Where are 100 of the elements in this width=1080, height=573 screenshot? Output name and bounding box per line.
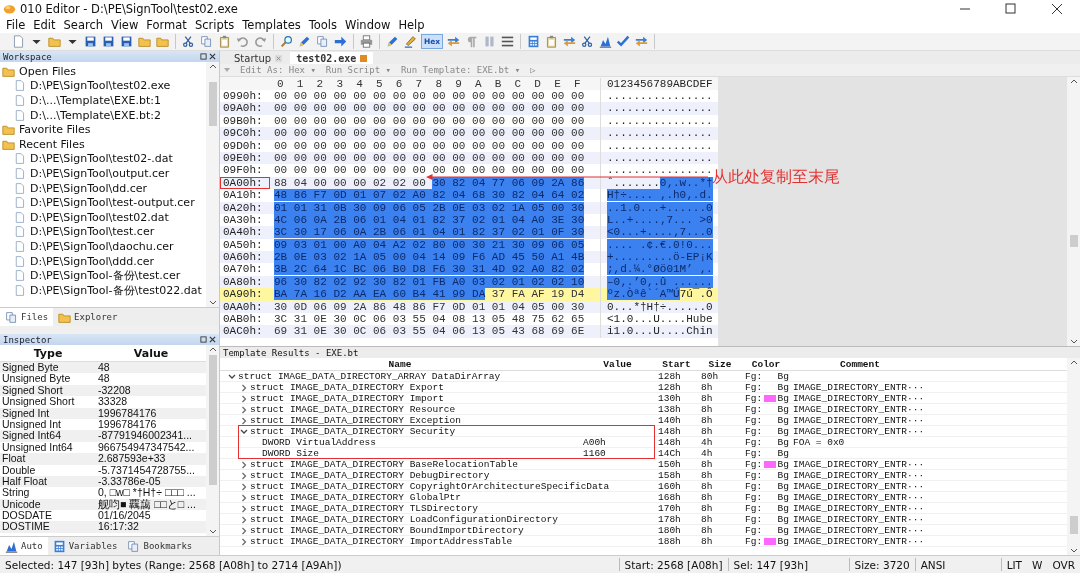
column-header[interactable]: Color	[742, 358, 790, 370]
scissors-icon[interactable]	[182, 35, 195, 48]
column-header[interactable]: Size	[698, 358, 742, 370]
arrows-icon[interactable]	[447, 35, 461, 48]
file-path[interactable]: D:\PE\SignTool\test02.exe	[30, 79, 171, 93]
file-icon[interactable]	[13, 79, 26, 93]
clipboard-icon[interactable]	[218, 35, 231, 48]
field-name[interactable]: struct IMAGE_DATA_DIRECTORY Resource	[250, 404, 456, 415]
ascii-text[interactable]: ;,d.¼.°Øö01M’ ‚.	[607, 263, 713, 276]
calculator-icon[interactable]	[527, 35, 541, 48]
pen-icon[interactable]	[386, 35, 399, 48]
chevron-right-icon[interactable]	[240, 471, 248, 480]
chevron-right-icon[interactable]	[240, 460, 248, 469]
menu-item[interactable]: Help	[394, 18, 429, 32]
scroll-down-icon[interactable]	[1069, 547, 1078, 555]
field-name[interactable]: struct IMAGE_DATA_DIRECTORY_ARRAY DataDirArray	[238, 371, 501, 382]
scroll-down-icon[interactable]	[208, 528, 217, 536]
pages-icon[interactable]	[316, 35, 329, 48]
field-name[interactable]: struct IMAGE_DATA_DIRECTORY Security	[250, 426, 456, 437]
file-icon[interactable]	[13, 269, 26, 283]
file-path[interactable]: D:\PE\SignTool\test02-.dat	[30, 152, 173, 166]
hex-bytes[interactable]: 00 00 00 00 00 00 00 00 00 00 00 00 00 00 00 00	[274, 90, 585, 102]
scroll-up-icon[interactable]	[208, 62, 217, 70]
chart-icon[interactable]	[599, 35, 613, 48]
ascii-text[interactable]: ................	[607, 127, 713, 140]
file-icon[interactable]	[13, 210, 26, 224]
menu-item[interactable]: Edit	[29, 18, 60, 32]
panel-tab[interactable]: Explorer	[53, 308, 123, 326]
ascii-text[interactable]: ................	[607, 114, 713, 127]
hex-bytes[interactable]: 48 86 F7 0D 01 07 02 A0 82 04 68 30 82 04 64 02	[274, 189, 585, 202]
file-icon[interactable]	[13, 166, 26, 180]
scrollbar-thumb[interactable]	[208, 82, 217, 126]
menu-item[interactable]: Scripts	[190, 18, 239, 32]
tree-group[interactable]: Open Files	[19, 64, 76, 78]
column-header[interactable]: Comment	[790, 358, 930, 370]
file-icon[interactable]	[13, 283, 26, 297]
ascii-text[interactable]: <0...+....‚7...0	[607, 226, 713, 239]
panel-tab[interactable]: Bookmarks	[122, 537, 198, 555]
menu-item[interactable]: Tools	[304, 18, 342, 32]
chevron-down-icon[interactable]	[228, 372, 236, 381]
field-name[interactable]: DWORD VirtualAddress	[262, 437, 377, 448]
field-name[interactable]: struct IMAGE_DATA_DIRECTORY Exception	[250, 415, 461, 426]
file-path[interactable]: D:\PE\SignTool-备份\test.cer	[30, 268, 181, 284]
file-path[interactable]: D:\PE\SignTool-备份\test022.dat	[30, 282, 202, 298]
field-name[interactable]: struct IMAGE_DATA_DIRECTORY BoundImportDirectory	[250, 525, 524, 536]
scroll-down-icon[interactable]	[208, 299, 217, 307]
file-path[interactable]: D:\PE\SignTool\ddd.cer	[30, 254, 155, 268]
ascii-text[interactable]: ................	[607, 102, 713, 115]
menu-item[interactable]: File	[2, 18, 30, 32]
hex-bytes[interactable]: 3C 31 0E 30 0C 06 03 55 04 08 13 05 48 75 62 65	[274, 313, 585, 326]
field-name[interactable]: struct IMAGE_DATA_DIRECTORY ImportAddressTable	[250, 536, 513, 547]
file-icon[interactable]	[13, 108, 26, 122]
ascii-text[interactable]: H†÷.... ‚.h0‚.d.	[607, 189, 713, 202]
grid-icon[interactable]	[501, 35, 515, 48]
pen-icon[interactable]	[298, 35, 311, 48]
chevron-right-icon[interactable]	[240, 537, 248, 546]
hex-bytes[interactable]: 00 00 00 00 00 00 00 00 00 00 00 00 00 00 00 00	[274, 114, 585, 127]
tree-group[interactable]: Recent Files	[19, 137, 85, 151]
hex-bytes[interactable]: 01 01 31 0B 30 09 06 05 2B 0E 03 02 1A 05 00 30	[274, 201, 585, 214]
file-path[interactable]: D:\PE\SignTool\output.cer	[30, 166, 170, 180]
file-icon[interactable]	[13, 152, 26, 166]
ascii-text[interactable]: ................	[607, 164, 713, 177]
column-header[interactable]: Value	[96, 346, 206, 360]
check-icon[interactable]	[617, 35, 631, 48]
page-icon[interactable]	[12, 35, 25, 48]
hex-bytes[interactable]: 30 0D 06 09 2A 86 48 86 F7 0D 01 01 04 05 00 30	[274, 300, 585, 313]
hex-bytes[interactable]: BA 7A 16 D2 AA EA 60 B4 41 99 DA	[274, 288, 486, 301]
field-name[interactable]: struct IMAGE_DATA_DIRECTORY Export	[250, 382, 444, 393]
arrows-icon[interactable]	[635, 35, 649, 48]
hex-bytes[interactable]: 00 00 00 00 00 00 00 00 00 00 00 00 00 00 00 00	[274, 151, 585, 164]
chevron-right-icon[interactable]	[240, 526, 248, 535]
chevron-right-icon[interactable]	[240, 493, 248, 502]
redo-icon[interactable]	[254, 35, 267, 48]
hex-bytes[interactable]: 37 FA AF 19 D4	[491, 288, 585, 301]
ascii-text[interactable]: 7ú¯.Ô	[679, 288, 713, 301]
arrows-icon[interactable]	[563, 35, 577, 48]
file-icon[interactable]	[13, 239, 26, 253]
close-icon[interactable]	[209, 336, 216, 343]
hex-bytes[interactable]: 88 04 00 00 00 02 02 00	[274, 176, 426, 189]
file-path[interactable]: D:\...\Template\EXE.bt:2	[30, 108, 161, 122]
modified-icon[interactable]	[360, 54, 368, 62]
ascii-text[interactable]: 0...*†H†÷......0	[607, 300, 713, 313]
panel-tab[interactable]: Files	[0, 308, 54, 326]
search-icon[interactable]	[280, 35, 293, 48]
scroll-down-icon[interactable]	[1069, 338, 1078, 346]
hex-bytes[interactable]: 69 31 0E 30 0C 06 03 55 04 06 13 05 43 68 69 6E	[274, 325, 585, 338]
hex-bytes[interactable]: 00 00 00 00 00 00 00 00 00 00 00 00 00 00 00 00	[274, 127, 585, 140]
file-tab[interactable]: Startup	[228, 52, 289, 64]
hex-bytes[interactable]: 00 00 00 00 00 00 00 00 00 00 00 00 00 00 00 00	[274, 102, 585, 115]
ascii-text[interactable]: ................	[607, 90, 713, 102]
scrollbar-thumb[interactable]	[208, 355, 217, 485]
ascii-text[interactable]: ºz.Òªê`´A™Ú	[607, 288, 680, 301]
close-icon[interactable]	[209, 53, 216, 60]
ascii-text[interactable]: ˆ.......	[607, 176, 660, 189]
tree-group[interactable]: Favorite Files	[19, 123, 91, 137]
scissors-icon[interactable]	[581, 35, 595, 48]
column-header[interactable]: Type	[0, 346, 96, 360]
field-name[interactable]: struct IMAGE_DATA_DIRECTORY BaseRelocationTable	[250, 459, 518, 470]
column-header[interactable]: Value	[580, 358, 655, 370]
folder-icon[interactable]	[156, 35, 169, 48]
